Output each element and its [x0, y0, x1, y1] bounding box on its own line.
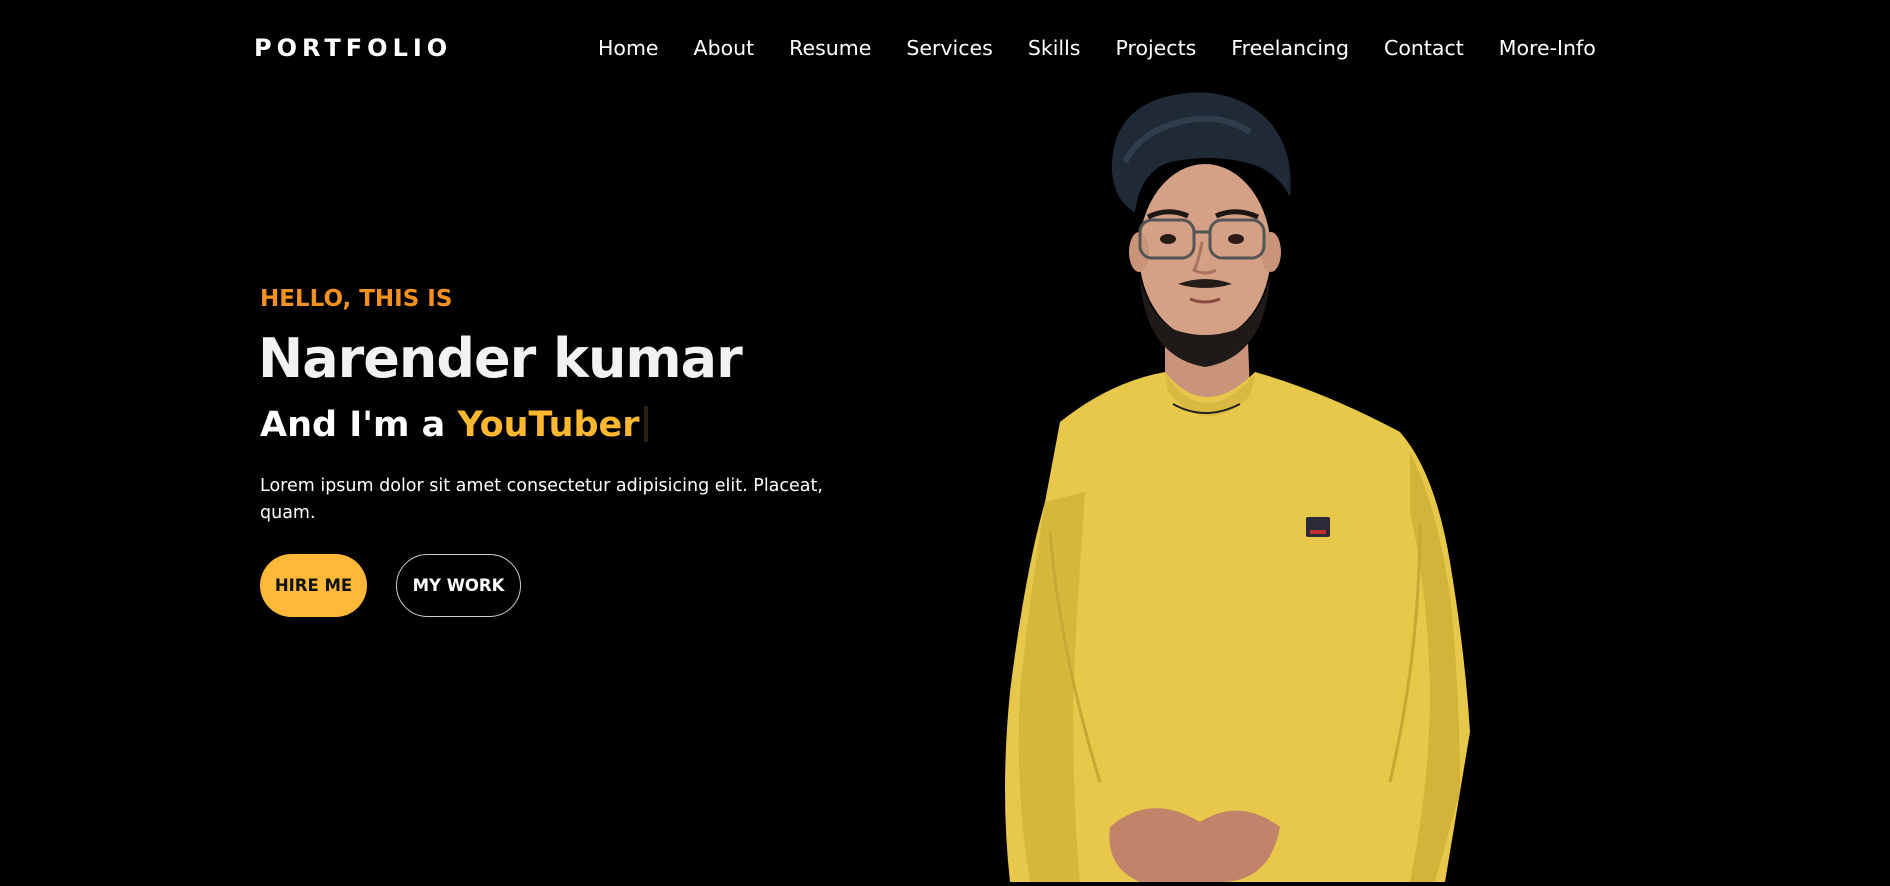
nav-link-more-info[interactable]: More-Info [1499, 33, 1596, 63]
hero-section: HELLO, THIS IS Narender kumar And I'm a … [258, 282, 860, 617]
nav-link-contact[interactable]: Contact [1384, 33, 1464, 63]
nav-link-skills[interactable]: Skills [1028, 33, 1081, 63]
hire-me-button[interactable]: HIRE ME [260, 554, 367, 617]
nav-links: Home About Resume Services Skills Projec… [598, 33, 1596, 63]
nav-link-projects[interactable]: Projects [1115, 33, 1196, 63]
nav-link-resume[interactable]: Resume [789, 33, 871, 63]
hero-role-prefix: And I'm a [260, 405, 458, 445]
site-logo[interactable]: PORTFOLIO [254, 32, 452, 64]
hero-role-line: And I'm a YouTuber [260, 400, 860, 450]
nav-link-freelancing[interactable]: Freelancing [1231, 33, 1349, 63]
hero-buttons: HIRE ME MY WORK [260, 554, 860, 617]
hero-description: Lorem ipsum dolor sit amet consectetur a… [260, 476, 823, 523]
hero-role: YouTuber [457, 405, 640, 445]
nav-link-home[interactable]: Home [598, 33, 659, 63]
nav-link-services[interactable]: Services [906, 33, 992, 63]
portrait-image [990, 92, 1490, 882]
navbar: PORTFOLIO Home About Resume Services Ski… [0, 0, 1890, 96]
nav-link-about[interactable]: About [694, 33, 755, 63]
person-photo-icon [1005, 92, 1470, 882]
hero-name: Narender kumar [258, 327, 743, 390]
typing-cursor [643, 406, 648, 442]
my-work-button[interactable]: MY WORK [396, 554, 521, 617]
hero-greeting: HELLO, THIS IS [260, 286, 453, 312]
